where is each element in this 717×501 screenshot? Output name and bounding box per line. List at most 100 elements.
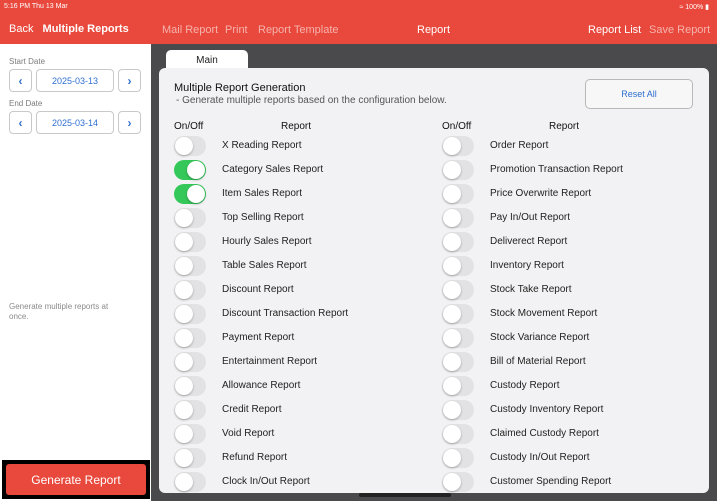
report-toggle[interactable] [174, 280, 206, 300]
toggle-knob [175, 281, 193, 299]
report-name: Custody Report [490, 380, 560, 391]
toggle-knob [175, 137, 193, 155]
report-toggle[interactable] [442, 184, 474, 204]
tab-main[interactable]: Main [166, 50, 248, 70]
report-name: Payment Report [222, 332, 295, 343]
col-header-report-left: Report [281, 121, 312, 132]
report-name: Customer Spending Report [490, 476, 612, 487]
report-toggle[interactable] [442, 304, 474, 324]
toggle-knob [443, 449, 461, 467]
col-header-report-right: Report [549, 121, 580, 132]
mail-report-button[interactable]: Mail Report [162, 24, 218, 36]
report-toggle[interactable] [174, 472, 206, 492]
toggle-knob [443, 425, 461, 443]
end-date-prev-button[interactable]: ‹ [9, 111, 32, 134]
report-toggle[interactable] [442, 352, 474, 372]
battery-icon: ▮ [705, 4, 709, 11]
report-name: Bill of Material Report [490, 356, 586, 367]
report-template-button[interactable]: Report Template [258, 24, 339, 36]
report-name: Void Report [222, 428, 275, 439]
toggle-knob [443, 185, 461, 203]
report-name: Item Sales Report [222, 188, 303, 199]
end-date-next-button[interactable]: › [118, 111, 141, 134]
save-report-button[interactable]: Save Report [649, 24, 710, 36]
report-toggle[interactable] [442, 424, 474, 444]
report-name: Discount Transaction Report [222, 308, 349, 319]
toggle-knob [443, 329, 461, 347]
report-toggle[interactable] [174, 304, 206, 324]
report-toggle[interactable] [174, 424, 206, 444]
report-list-button[interactable]: Report List [588, 24, 641, 36]
report-toggle[interactable] [174, 376, 206, 396]
report-toggle[interactable] [174, 448, 206, 468]
end-date-row: ‹ 2025-03-14 › [9, 111, 141, 134]
toggle-knob [443, 353, 461, 371]
report-name: Refund Report [222, 452, 288, 463]
toggle-knob [443, 281, 461, 299]
panel-subtitle: - Generate multiple reports based on the… [176, 95, 447, 106]
report-name: Custody Inventory Report [490, 404, 604, 415]
report-name: Stock Movement Report [490, 308, 598, 319]
report-toggle[interactable] [442, 232, 474, 252]
start-date-next-button[interactable]: › [118, 69, 141, 92]
toggle-knob [175, 257, 193, 275]
report-name: Pay In/Out Report [490, 212, 571, 223]
wifi-icon: ≈ [679, 4, 684, 11]
left-sidebar: 5:16 PM Thu 13 Mar Back Multiple Reports… [0, 0, 151, 501]
report-toggle[interactable] [174, 184, 206, 204]
toggle-knob [443, 473, 461, 491]
report-name: Clock In/Out Report [222, 476, 310, 487]
toggle-knob [175, 449, 193, 467]
report-toggle[interactable] [174, 256, 206, 276]
home-indicator [359, 493, 451, 497]
report-name: Hourly Sales Report [222, 236, 312, 247]
report-row: Credit Report [174, 400, 414, 420]
report-toggle[interactable] [442, 208, 474, 228]
report-toggle[interactable] [174, 136, 206, 156]
toggle-knob [443, 257, 461, 275]
report-row: Pay In/Out Report [442, 208, 682, 228]
report-toggle[interactable] [442, 448, 474, 468]
report-row: Promotion Transaction Report [442, 160, 682, 180]
report-toggle[interactable] [442, 256, 474, 276]
report-name: Discount Report [222, 284, 294, 295]
left-header: 5:16 PM Thu 13 Mar Back Multiple Reports [0, 0, 151, 44]
report-name: Deliverect Report [490, 236, 568, 247]
report-toggle[interactable] [442, 376, 474, 396]
report-toggle[interactable] [174, 352, 206, 372]
report-toggle[interactable] [442, 160, 474, 180]
generate-report-button[interactable]: Generate Report [6, 464, 146, 495]
back-button[interactable]: Back [9, 23, 33, 35]
toggle-knob [187, 185, 205, 203]
report-name: Claimed Custody Report [490, 428, 599, 439]
report-row: Inventory Report [442, 256, 682, 276]
report-row: Category Sales Report [174, 160, 414, 180]
generate-button-frame: Generate Report [2, 460, 150, 499]
report-toggle[interactable] [174, 232, 206, 252]
report-name: Table Sales Report [222, 260, 307, 271]
start-date-field[interactable]: 2025-03-13 [36, 69, 114, 92]
report-name: Top Selling Report [222, 212, 304, 223]
report-row: Table Sales Report [174, 256, 414, 276]
report-name: Promotion Transaction Report [490, 164, 623, 175]
toggle-knob [443, 161, 461, 179]
print-button[interactable]: Print [225, 24, 248, 36]
report-toggle[interactable] [174, 160, 206, 180]
start-date-prev-button[interactable]: ‹ [9, 69, 32, 92]
report-toggle[interactable] [174, 400, 206, 420]
chevron-left-icon: ‹ [18, 73, 23, 88]
topbar-title: Report [417, 24, 451, 36]
report-name: Price Overwrite Report [490, 188, 592, 199]
report-toggle[interactable] [442, 328, 474, 348]
report-toggle[interactable] [442, 280, 474, 300]
report-toggle[interactable] [174, 208, 206, 228]
report-toggle[interactable] [442, 472, 474, 492]
report-toggle[interactable] [442, 400, 474, 420]
end-date-field[interactable]: 2025-03-14 [36, 111, 114, 134]
report-name: Order Report [490, 140, 549, 151]
reset-all-button[interactable]: Reset All [585, 79, 693, 109]
report-toggle[interactable] [174, 328, 206, 348]
report-row: Top Selling Report [174, 208, 414, 228]
report-row: Discount Transaction Report [174, 304, 414, 324]
report-toggle[interactable] [442, 136, 474, 156]
